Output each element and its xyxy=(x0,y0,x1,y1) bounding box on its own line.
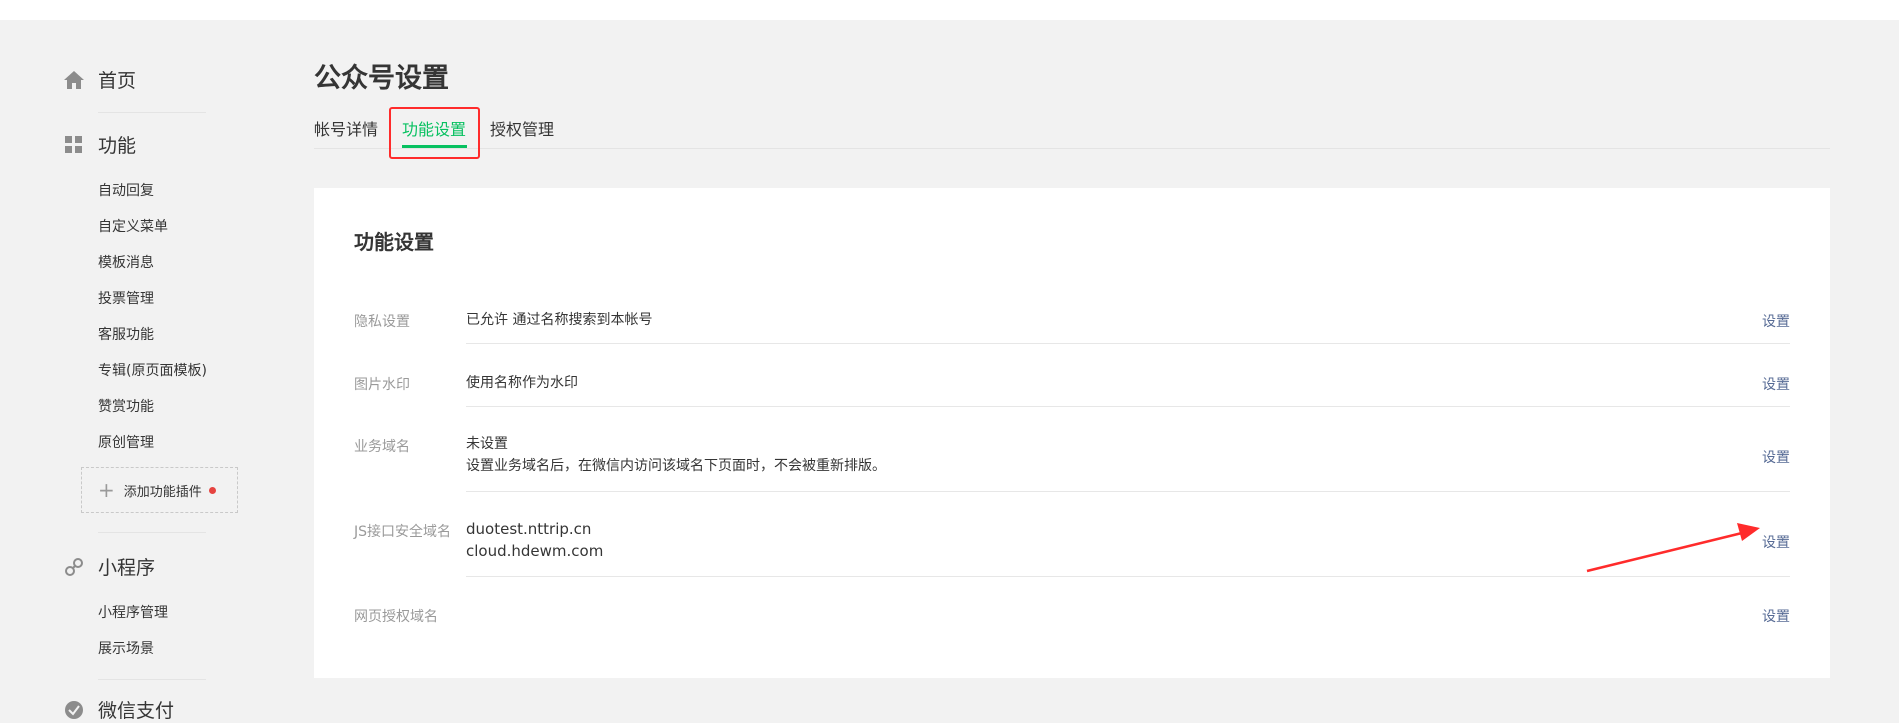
row-divider xyxy=(466,343,1790,344)
tab-account-details[interactable]: 帐号详情 xyxy=(314,116,378,140)
settings-row-business-domain: 业务域名 未设置 设置业务域名后，在微信内访问该域名下页面时，不会被重新排版。 … xyxy=(354,428,1790,474)
grid-icon xyxy=(62,133,86,157)
watermark-settings-link[interactable]: 设置 xyxy=(1762,374,1790,394)
row-value: cloud.hdewm.com xyxy=(466,542,604,560)
nav-features[interactable]: 功能 xyxy=(62,131,136,158)
nav-divider xyxy=(98,679,206,680)
tab-authorization-management[interactable]: 授权管理 xyxy=(490,116,554,140)
row-divider xyxy=(466,406,1790,407)
feature-settings-card: 功能设置 隐私设置 已允许 通过名称搜索到本帐号 设置 图片水印 使用名称作为水… xyxy=(314,188,1830,678)
sidebar-item-album[interactable]: 专辑(原页面模板) xyxy=(98,360,207,380)
row-value: duotest.nttrip.cn xyxy=(466,520,592,538)
nav-home-label: 首页 xyxy=(98,70,137,92)
privacy-settings-link[interactable]: 设置 xyxy=(1762,311,1790,331)
sidebar-item-original[interactable]: 原创管理 xyxy=(98,432,154,452)
sidebar-item-customer-service[interactable]: 客服功能 xyxy=(98,324,154,344)
card-title: 功能设置 xyxy=(354,230,434,254)
tab-highlight-box xyxy=(389,107,480,159)
sidebar-item-display-scene[interactable]: 展示场景 xyxy=(98,638,154,658)
nav-miniprogram-label: 小程序 xyxy=(98,557,156,579)
row-label: 网页授权域名 xyxy=(354,609,438,625)
row-label: 隐私设置 xyxy=(354,314,410,330)
row-divider xyxy=(466,576,1790,577)
settings-row-watermark: 图片水印 使用名称作为水印 设置 xyxy=(354,374,1790,394)
settings-row-privacy: 隐私设置 已允许 通过名称搜索到本帐号 设置 xyxy=(354,311,1790,331)
row-label: 业务域名 xyxy=(354,439,410,455)
nav-divider xyxy=(98,112,206,113)
tabs-divider xyxy=(314,148,1830,149)
link-icon xyxy=(62,555,86,579)
sidebar-item-reward[interactable]: 赞赏功能 xyxy=(98,396,154,416)
sidebar: 首页 功能 自动回复 自定义菜单 模板消息 投票管理 客服功能 专辑(原页面模板… xyxy=(0,20,260,722)
new-badge-dot xyxy=(208,486,216,494)
row-value-description: 设置业务域名后，在微信内访问该域名下页面时，不会被重新排版。 xyxy=(466,458,886,474)
sidebar-item-vote-management[interactable]: 投票管理 xyxy=(98,288,154,308)
row-label: JS接口安全域名 xyxy=(354,524,452,540)
oauth-domain-settings-link[interactable]: 设置 xyxy=(1762,606,1790,626)
add-plugin-label: 添加功能插件 xyxy=(123,484,202,500)
nav-miniprogram[interactable]: 小程序 xyxy=(62,553,155,580)
row-divider xyxy=(466,491,1790,492)
sidebar-item-template-message[interactable]: 模板消息 xyxy=(98,252,154,272)
sidebar-item-miniprogram-management[interactable]: 小程序管理 xyxy=(98,602,168,622)
row-value: 使用名称作为水印 xyxy=(466,375,578,391)
row-label: 图片水印 xyxy=(354,377,410,393)
settings-row-js-domain: JS接口安全域名 duotest.nttrip.cn cloud.hdewm.c… xyxy=(354,513,1790,560)
sidebar-item-custom-menu[interactable]: 自定义菜单 xyxy=(98,216,168,236)
row-value: 未设置 xyxy=(466,436,508,452)
settings-row-oauth-domain: 网页授权域名 设置 xyxy=(354,598,1790,625)
add-plugin-button[interactable]: + 添加功能插件 xyxy=(81,467,238,513)
plus-icon: + xyxy=(98,478,115,502)
top-bar xyxy=(0,0,1899,20)
home-icon xyxy=(62,68,86,92)
sidebar-item-auto-reply[interactable]: 自动回复 xyxy=(98,180,154,200)
nav-home[interactable]: 首页 xyxy=(62,66,136,93)
business-domain-settings-link[interactable]: 设置 xyxy=(1762,447,1790,467)
nav-features-label: 功能 xyxy=(98,135,137,157)
js-domain-settings-link[interactable]: 设置 xyxy=(1762,532,1790,552)
row-value: 已允许 通过名称搜索到本帐号 xyxy=(466,312,653,328)
nav-divider xyxy=(98,532,206,533)
page-title: 公众号设置 xyxy=(314,63,449,94)
